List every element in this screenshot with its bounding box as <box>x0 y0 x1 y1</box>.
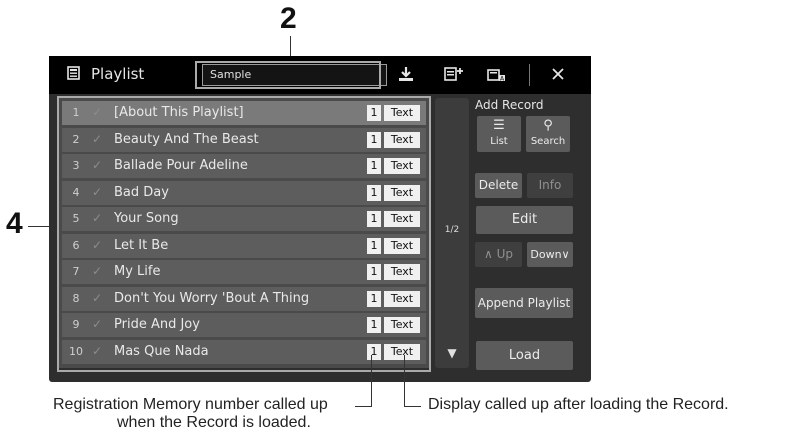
registration-annotation-line2: when the Record is loaded. <box>117 414 311 431</box>
record-list-highlight <box>57 96 431 372</box>
list-scrollbar[interactable]: 1/2 ▼ <box>435 98 469 368</box>
add-record-label: Add Record <box>475 98 544 112</box>
load-button[interactable]: Load <box>476 341 573 370</box>
header-title: Playlist <box>91 65 145 83</box>
playlist-icon <box>66 65 82 85</box>
display-annotation: Display called up after loading the Reco… <box>428 396 729 413</box>
display-leader-h <box>404 406 421 407</box>
close-icon[interactable] <box>549 65 567 87</box>
edit-button[interactable]: Edit <box>476 206 573 234</box>
save-icon[interactable] <box>396 64 416 88</box>
registration-leader-v <box>371 355 372 406</box>
header-separator <box>529 64 530 86</box>
scroll-down-icon[interactable]: ▼ <box>435 346 469 360</box>
callout-number-2: 2 <box>280 2 297 35</box>
callout-number-4: 4 <box>6 207 23 240</box>
append-playlist-button[interactable]: Append Playlist <box>475 288 573 318</box>
move-up-button[interactable]: ∧ Up <box>475 242 522 267</box>
registration-leader-h <box>355 406 372 407</box>
page-indicator: 1/2 <box>444 225 460 235</box>
info-button[interactable]: Info <box>527 173 573 198</box>
list-icon: ☰ <box>493 118 505 133</box>
delete-button[interactable]: Delete <box>475 173 522 198</box>
move-down-button[interactable]: Down∨ <box>527 242 573 267</box>
add-page-icon[interactable] <box>443 65 465 87</box>
rename-icon[interactable]: A <box>486 66 508 88</box>
registration-annotation-line1: Registration Memory number called up <box>53 396 328 413</box>
add-record-list-button[interactable]: ☰ List <box>477 116 521 152</box>
search-icon: ⚲ <box>543 118 553 133</box>
add-record-search-button[interactable]: ⚲ Search <box>526 116 570 152</box>
display-leader-v <box>404 355 405 406</box>
playlist-name-highlight <box>195 61 381 89</box>
